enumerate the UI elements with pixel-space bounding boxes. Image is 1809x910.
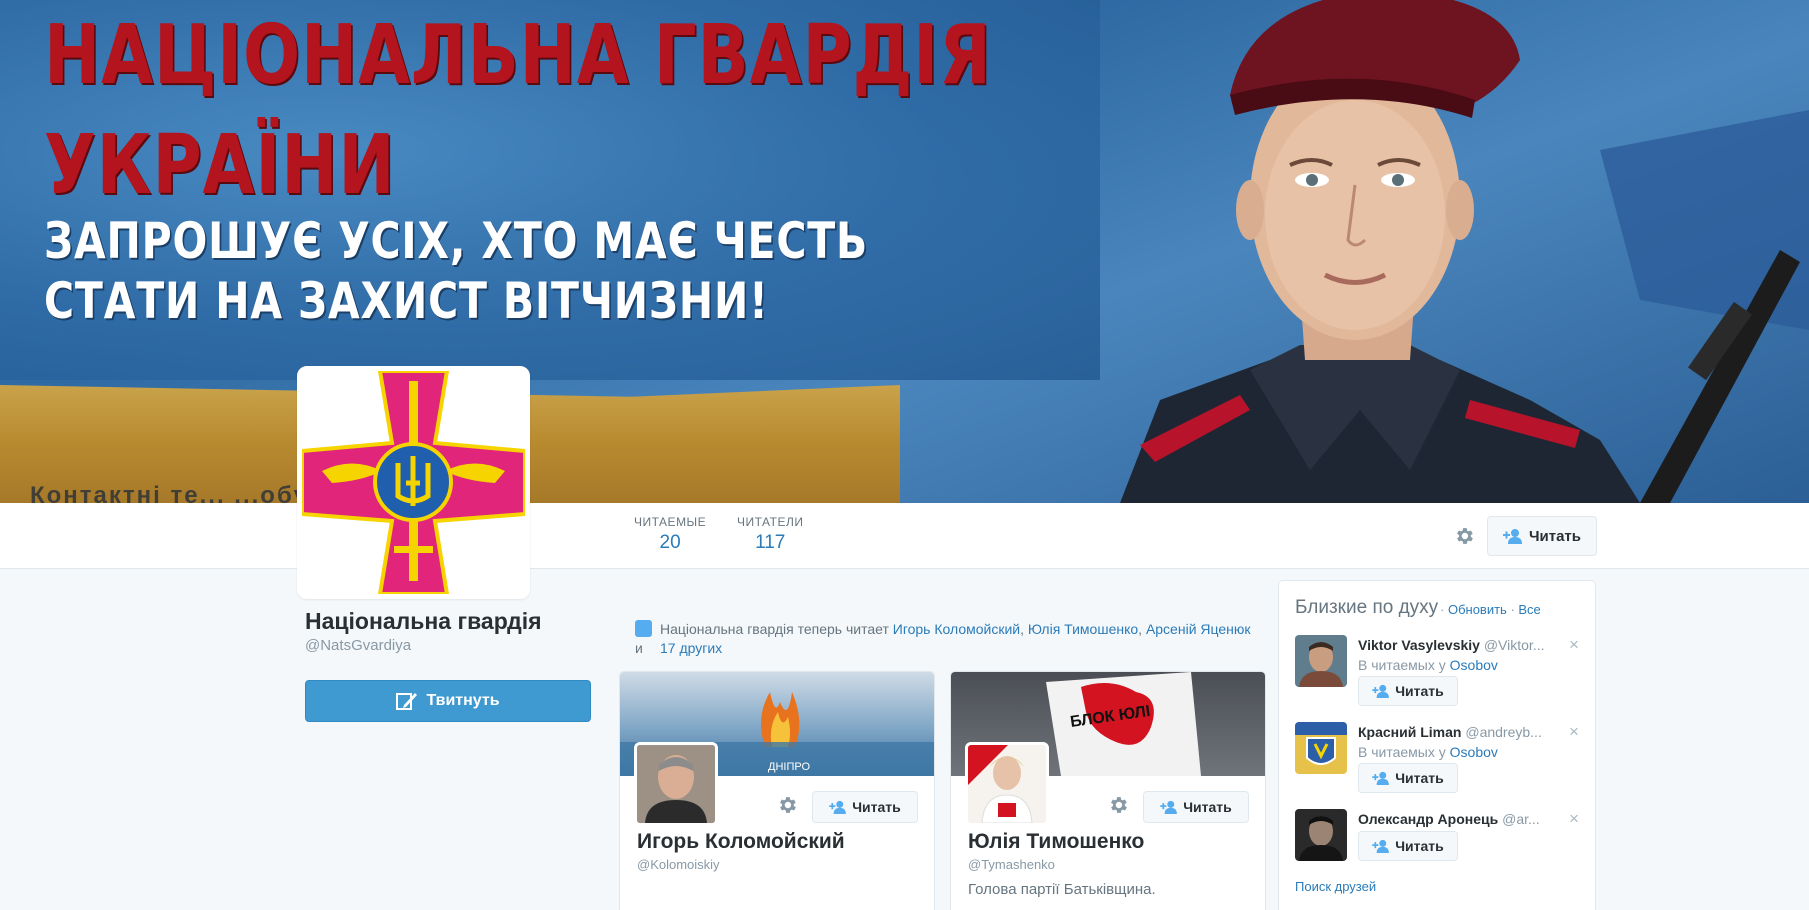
activity-link-others[interactable]: 17 других — [660, 640, 722, 656]
suggestion-avatar[interactable] — [1295, 809, 1347, 861]
banner-headline-2: УКРАЇНИ — [44, 118, 396, 213]
following-stat[interactable]: ЧИТАЕМЫЕ 20 — [634, 515, 706, 554]
banner-subline-1: ЗАПРОШУЄ УСІХ, ХТО МАЄ ЧЕСТЬ — [44, 212, 869, 270]
user-card[interactable]: ДНІПРО Читать Игорь Коломойский @Kolomoi… — [619, 671, 935, 910]
compose-icon — [396, 693, 418, 710]
suggestion-avatar[interactable] — [1295, 722, 1347, 774]
suggestion-avatar[interactable] — [1295, 635, 1347, 687]
gear-icon — [1457, 528, 1473, 544]
card-settings-button[interactable] — [1107, 794, 1131, 818]
following-label: ЧИТАЕМЫЕ — [634, 515, 707, 529]
find-friends-link[interactable]: Поиск друзей — [1295, 879, 1376, 894]
activity-link-user1[interactable]: Игорь Коломойский — [893, 621, 1020, 637]
national-guard-emblem-icon — [300, 369, 527, 596]
suggestion-name-text: Viktor Vasylevskiy — [1358, 637, 1480, 653]
card-follow-label: Читать — [1183, 799, 1232, 815]
suggestion-handle: @ar... — [1502, 811, 1540, 827]
card-follow-button[interactable]: Читать — [812, 791, 918, 823]
town-crest-icon — [1295, 722, 1347, 774]
card-follow-button[interactable]: Читать — [1143, 791, 1249, 823]
add-user-icon — [1372, 684, 1390, 698]
follow-button[interactable]: Читать — [1487, 516, 1597, 556]
activity-prefix: Національна гвардія теперь читает — [660, 621, 893, 637]
suggestion-handle: @andreyb... — [1465, 724, 1542, 740]
suggestion-follow-button[interactable]: Читать — [1358, 763, 1458, 793]
suggestion-item: Красний Liman @andreyb... В читаемых у O… — [1295, 722, 1585, 802]
card-user-name[interactable]: Игорь Коломойский — [637, 830, 845, 854]
suggestion-handle: @Viktor... — [1483, 637, 1545, 653]
suggestion-follow-label: Читать — [1395, 770, 1444, 786]
person-photo-icon — [637, 745, 715, 823]
profile-name[interactable]: Національна гвардія — [305, 608, 542, 635]
card-user-bio: Голова партії Батьківщина. — [968, 881, 1156, 898]
activity-link-user3[interactable]: Арсеній Яценюк — [1146, 621, 1251, 637]
suggestion-context: В читаемых у Osobov — [1358, 744, 1498, 760]
suggestion-name[interactable]: Viktor Vasylevskiy @Viktor... — [1358, 637, 1545, 653]
activity-sep-2: , — [1138, 621, 1146, 637]
card-user-name[interactable]: Юлія Тимошенко — [968, 830, 1144, 854]
activity-sep-1: , — [1020, 621, 1028, 637]
suggestion-name-text: Олександр Аронець — [1358, 811, 1499, 827]
suggestion-context: В читаемых у Osobov — [1358, 657, 1498, 673]
dismiss-icon[interactable]: × — [1569, 635, 1579, 655]
follow-button-label: Читать — [1528, 527, 1582, 545]
add-user-icon — [1372, 839, 1390, 853]
profile-settings-button[interactable] — [1449, 521, 1479, 551]
user-card-avatar[interactable] — [634, 742, 718, 826]
who-to-follow-links: · Обновить · Все — [1440, 602, 1541, 617]
tweet-button-label: Твитнуть — [426, 692, 500, 709]
following-count: 20 — [659, 532, 681, 553]
profile-avatar[interactable] — [297, 366, 530, 599]
user-card-avatar[interactable] — [965, 742, 1049, 826]
card-settings-button[interactable] — [776, 794, 800, 818]
activity-link-user2[interactable]: Юлія Тимошенко — [1028, 621, 1138, 637]
person-photo-icon — [1295, 635, 1347, 687]
add-user-icon — [1372, 771, 1390, 785]
profile-handle[interactable]: @NatsGvardiya — [305, 637, 411, 654]
followers-label: ЧИТАТЕЛИ — [737, 515, 804, 529]
who-to-follow-title: Близкие по духу — [1295, 597, 1439, 618]
profile-banner: НАЦІОНАЛЬНА ГВАРДІЯ УКРАЇНИ ЗАПРОШУЄ УСІ… — [0, 0, 1809, 503]
add-user-icon — [829, 800, 847, 814]
dismiss-icon[interactable]: × — [1569, 722, 1579, 742]
suggestion-follow-button[interactable]: Читать — [1358, 676, 1458, 706]
context-prefix: В читаемых у — [1358, 657, 1450, 673]
suggestion-follow-label: Читать — [1395, 683, 1444, 699]
gear-icon — [1111, 797, 1127, 813]
tweet-button[interactable]: Твитнуть — [305, 680, 591, 722]
suggestion-name-text: Красний Liman — [1358, 724, 1462, 740]
card-header-text: ДНІПРО — [768, 761, 810, 773]
card-follow-label: Читать — [852, 799, 901, 815]
person-photo-icon — [968, 745, 1046, 823]
suggestion-item: Олександр Аронець @ar... Читать × — [1295, 809, 1585, 889]
card-user-handle[interactable]: @Tymashenko — [968, 857, 1055, 872]
follow-activity-text: Національна гвардія теперь читает Игорь … — [635, 620, 1275, 658]
banner-headline-1: НАЦІОНАЛЬНА ГВАРДІЯ — [44, 8, 992, 103]
banner-subline-2: СТАТИ НА ЗАХИСТ ВІТЧИЗНИ! — [44, 272, 769, 330]
links-dot-1: · — [1506, 602, 1519, 617]
context-prefix: В читаемых у — [1358, 744, 1450, 760]
suggestion-name[interactable]: Красний Liman @andreyb... — [1358, 724, 1542, 740]
suggestion-follow-label: Читать — [1395, 838, 1444, 854]
refresh-link[interactable]: Обновить — [1448, 602, 1507, 617]
card-user-handle[interactable]: @Kolomoiskiy — [637, 857, 720, 872]
context-user-link[interactable]: Osobov — [1450, 744, 1498, 760]
banner-soldier-image — [1120, 0, 1809, 503]
view-all-link[interactable]: Все — [1518, 602, 1540, 617]
add-user-icon — [1502, 529, 1522, 544]
who-to-follow-module: Близкие по духу · Обновить · Все Viktor … — [1278, 580, 1596, 910]
links-dot-0: · — [1440, 602, 1448, 617]
suggestion-item: Viktor Vasylevskiy @Viktor... В читаемых… — [1295, 635, 1585, 715]
person-photo-icon — [1295, 809, 1347, 861]
add-user-icon — [1160, 800, 1178, 814]
context-user-link[interactable]: Osobov — [1450, 657, 1498, 673]
gear-icon — [780, 797, 796, 813]
suggestion-follow-button[interactable]: Читать — [1358, 831, 1458, 861]
followers-count: 117 — [755, 532, 786, 553]
activity-connector: и — [635, 640, 643, 656]
suggestion-name[interactable]: Олександр Аронець @ar... — [1358, 811, 1540, 827]
followers-stat[interactable]: ЧИТАТЕЛИ 117 — [737, 515, 803, 554]
user-card[interactable]: БЛОК ЮЛІ Читать Юлія Тимошенко @Tymashen… — [950, 671, 1266, 910]
dismiss-icon[interactable]: × — [1569, 809, 1579, 829]
